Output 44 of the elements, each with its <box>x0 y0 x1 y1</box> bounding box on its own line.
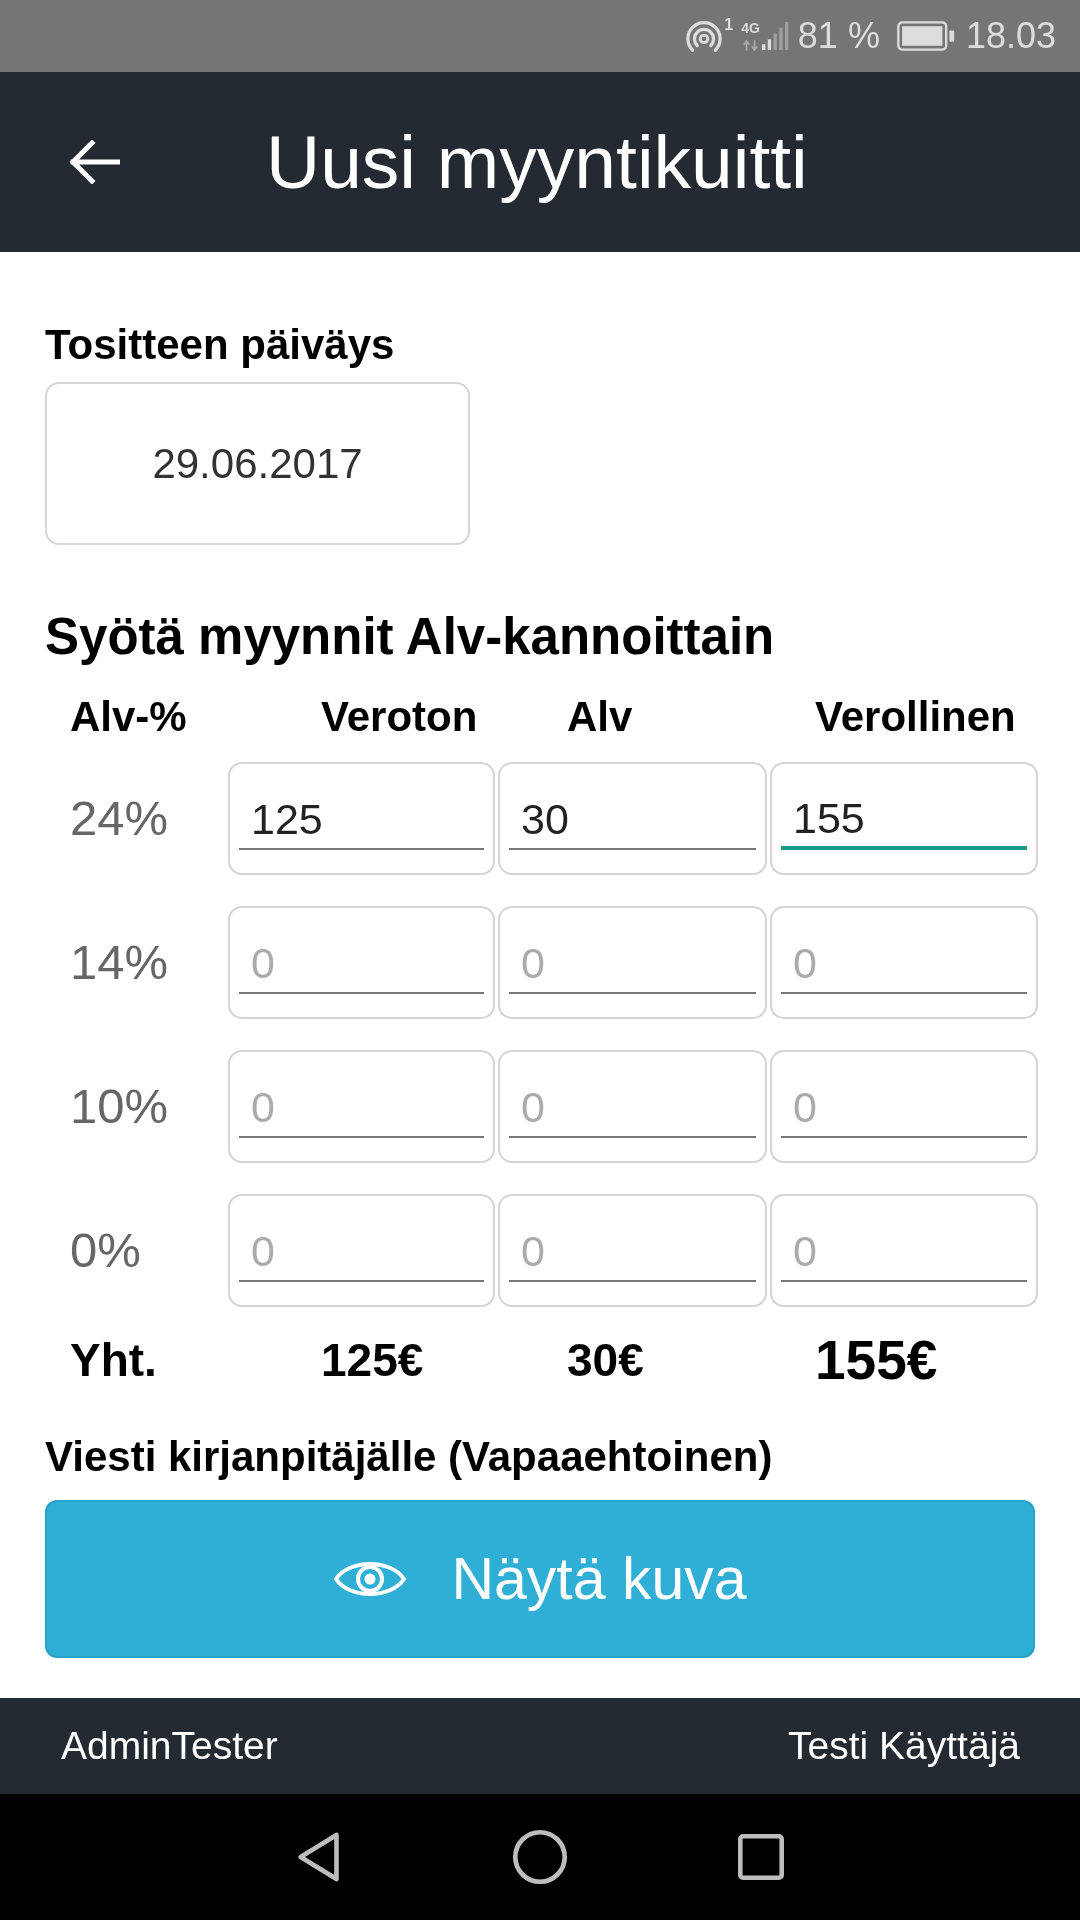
vat-rate-label: 14% <box>69 934 170 991</box>
amount-input-field[interactable]: 0 <box>498 1194 767 1307</box>
battery-percent: 81 % <box>797 16 880 56</box>
hotspot-icon <box>686 18 723 54</box>
amount-input-field[interactable]: 30 <box>498 762 767 875</box>
battery-icon <box>895 21 956 51</box>
vat-rate-label: 10% <box>69 1078 170 1135</box>
amount-input-field[interactable]: 0 <box>770 906 1038 1019</box>
company-name: AdminTester <box>61 1723 278 1769</box>
section-heading: Syötä myynnit Alv-kannoittain <box>45 607 775 667</box>
total-amount: 155€ <box>814 1329 939 1391</box>
total-amount: 125€ <box>320 1333 425 1388</box>
amount-input-field[interactable]: 0 <box>770 1050 1038 1163</box>
date-label: Tositteen päiväys <box>45 320 395 370</box>
signal-icon <box>761 20 790 52</box>
recent-apps-icon[interactable] <box>738 1834 784 1880</box>
column-header: Verollinen <box>814 692 1017 742</box>
screen-title: Uusi myyntikuitti <box>266 119 808 205</box>
vat-rate-label: 24% <box>69 790 170 847</box>
message-label: Viesti kirjanpitäjälle (Vapaaehtoinen) <box>45 1432 773 1482</box>
amount-input-field[interactable]: 0 <box>498 1050 767 1163</box>
totals-label: Yht. <box>69 1333 158 1388</box>
back-button[interactable] <box>68 140 120 184</box>
vat-rate-label: 0% <box>69 1222 142 1279</box>
back-icon[interactable] <box>296 1831 342 1883</box>
amount-input-field[interactable]: 0 <box>498 906 767 1019</box>
sim-number: 1 <box>724 16 734 34</box>
total-amount: 30€ <box>566 1333 645 1388</box>
home-icon[interactable] <box>512 1829 568 1885</box>
amount-input-field[interactable]: 155 <box>770 762 1038 875</box>
column-header: Veroton <box>320 692 479 742</box>
clock-time: 18.03 <box>965 16 1056 56</box>
column-header: Alv <box>566 692 634 742</box>
amount-input-field[interactable]: 0 <box>228 1050 495 1163</box>
amount-input-field[interactable]: 0 <box>228 1194 495 1307</box>
column-header: Alv-% <box>69 692 188 742</box>
network-type: 4G <box>741 21 760 36</box>
amount-input-field[interactable]: 0 <box>770 1194 1038 1307</box>
user-name: Testi Käyttäjä <box>788 1723 1020 1769</box>
date-field[interactable]: 29.06.2017 <box>45 382 470 545</box>
amount-input-field[interactable]: 125 <box>228 762 495 875</box>
data-arrows-icon <box>742 40 759 51</box>
back-arrow-icon <box>68 140 120 184</box>
amount-input-field[interactable]: 0 <box>228 906 495 1019</box>
